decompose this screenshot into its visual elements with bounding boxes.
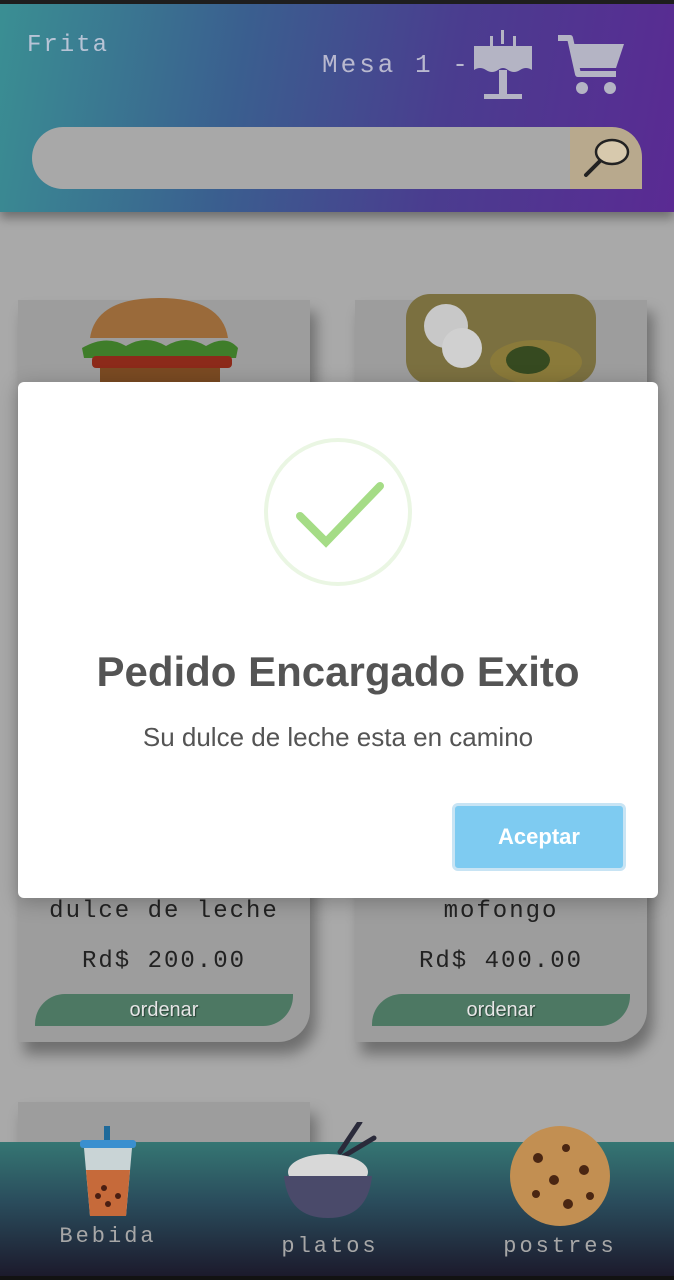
accept-button[interactable]: Aceptar <box>452 803 626 871</box>
success-check-icon <box>264 438 412 586</box>
dialog-text: Su dulce de leche esta en camino <box>142 722 534 752</box>
dialog-title: Pedido Encargado Exito <box>96 648 580 695</box>
success-dialog: Pedido Encargado Exito Su dulce de leche… <box>18 382 658 898</box>
